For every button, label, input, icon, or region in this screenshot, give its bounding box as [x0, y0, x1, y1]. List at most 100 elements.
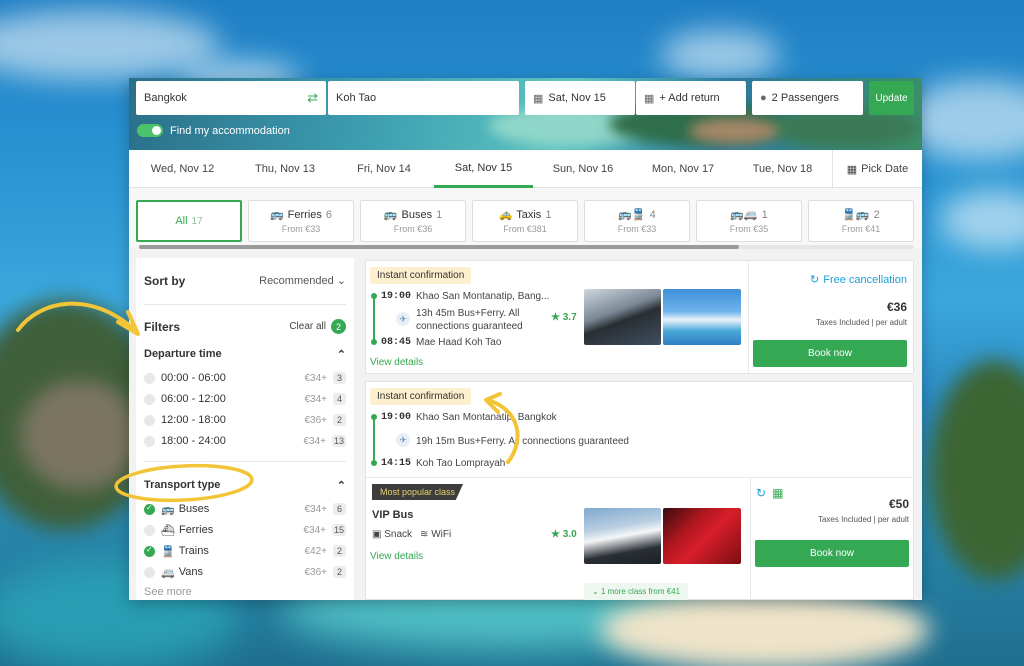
- filter-departure-option[interactable]: 00:00 - 06:00 €34+ 3: [144, 370, 346, 386]
- date-bar: Wed, Nov 12 Thu, Nov 13 Fri, Nov 14 Sat,…: [129, 150, 922, 188]
- qr-code-icon[interactable]: ▦: [772, 486, 783, 500]
- clear-all-button[interactable]: Clear all 2: [289, 319, 346, 334]
- checkbox[interactable]: [144, 393, 155, 405]
- star-icon: ★: [551, 312, 560, 323]
- passengers-value: 2 Passengers: [771, 92, 839, 104]
- date-tab[interactable]: Mon, Nov 17: [633, 150, 733, 188]
- filter-departure-option[interactable]: 12:00 - 18:00 €36+ 2: [144, 412, 346, 428]
- route-dot: [371, 339, 377, 345]
- checkbox-checked[interactable]: [144, 545, 155, 557]
- book-now-button[interactable]: Book now: [755, 540, 909, 567]
- filter-price: €42+: [304, 545, 327, 557]
- filter-transport-option[interactable]: 🚆Trains €42+ 2: [144, 543, 346, 559]
- refresh-icon[interactable]: ↻: [756, 486, 766, 500]
- free-cancellation-label: Free cancellation: [823, 273, 907, 286]
- bus-photo[interactable]: [584, 289, 661, 345]
- filter-label: Buses: [178, 503, 210, 515]
- return-field[interactable]: ▦ + Add return: [636, 81, 746, 115]
- accommodation-toggle-row: Find my accommodation: [137, 124, 290, 137]
- tab-buses[interactable]: 🚌 Buses 1 From €36: [360, 200, 466, 242]
- star-icon: ★: [551, 529, 560, 540]
- rating: ★ 3.7: [551, 312, 577, 323]
- date-tab[interactable]: Fri, Nov 14: [334, 150, 434, 188]
- tabs-scrollbar[interactable]: [139, 245, 914, 249]
- view-details-link[interactable]: View details: [370, 551, 423, 562]
- filter-departure-option[interactable]: 18:00 - 24:00 €34+ 13: [144, 433, 346, 449]
- checkbox[interactable]: [144, 566, 155, 578]
- tab-all-label: All: [175, 215, 188, 227]
- to-value: Koh Tao: [336, 92, 377, 104]
- tab-all[interactable]: All 17: [136, 200, 242, 242]
- taxi-icon: 🚕: [498, 209, 513, 221]
- swap-icon[interactable]: ⇄: [307, 90, 318, 106]
- tab-bus-van[interactable]: 🚌🚐 1 From €35: [696, 200, 802, 242]
- arrival-time: 08:45: [381, 337, 412, 348]
- free-cancellation[interactable]: ↻ Free cancellation: [810, 273, 907, 287]
- checkbox[interactable]: [144, 524, 155, 536]
- ferry-icon: ⛴: [161, 524, 175, 537]
- bus-icon: 🚌: [161, 503, 175, 516]
- arrival-place: Mae Haad Koh Tao: [416, 337, 502, 348]
- checkbox-checked[interactable]: [144, 503, 155, 515]
- checkbox[interactable]: [144, 372, 155, 384]
- tab-ferries-label: Ferries: [287, 208, 322, 221]
- filter-count: 2: [333, 566, 346, 578]
- pick-date-button[interactable]: ▦ Pick Date: [832, 150, 922, 188]
- transport-type-header[interactable]: Transport type ⌃: [144, 479, 346, 492]
- tab-bus-train[interactable]: 🚌🚆 4 From €33: [584, 200, 690, 242]
- date-tab-selected[interactable]: Sat, Nov 15: [434, 150, 533, 188]
- more-class-button[interactable]: ⌄ 1 more class from €41: [584, 583, 689, 600]
- duration-text: 19h 15m Bus+Ferry. All connections guara…: [416, 436, 629, 447]
- filter-price: €34+: [304, 503, 327, 515]
- tab-taxis[interactable]: 🚕 Taxis 1 From €381: [472, 200, 578, 242]
- passengers-field[interactable]: ● 2 Passengers: [752, 81, 863, 115]
- tab-ferries[interactable]: 🚌 Ferries 6 From €33: [248, 200, 354, 242]
- filter-price: €34+: [304, 372, 327, 384]
- date-tab[interactable]: Sun, Nov 16: [533, 150, 633, 188]
- tab-bus-train-2[interactable]: 🚆🚌 2 From €41: [808, 200, 914, 242]
- date-value: Sat, Nov 15: [548, 92, 606, 104]
- scrollbar-thumb[interactable]: [139, 245, 739, 249]
- accommodation-toggle[interactable]: [137, 124, 163, 137]
- update-button[interactable]: Update: [869, 81, 914, 115]
- transfer-icon: ✈: [396, 312, 410, 326]
- departure-time-header[interactable]: Departure time ⌃: [144, 348, 346, 361]
- from-field[interactable]: Bangkok ⇄: [136, 81, 326, 115]
- filter-transport-option[interactable]: 🚌Buses €34+ 6: [144, 501, 346, 517]
- route-dot: [371, 293, 377, 299]
- amenities: ▣ Snack ≋ WiFi: [372, 529, 451, 540]
- see-more-link[interactable]: See more: [144, 586, 192, 598]
- ferry-photo[interactable]: [663, 289, 741, 345]
- route-line: [373, 297, 375, 343]
- accommodation-label: Find my accommodation: [170, 124, 290, 137]
- bus-photo[interactable]: [584, 508, 661, 564]
- departure-title: Departure time: [144, 348, 222, 360]
- checkbox[interactable]: [144, 414, 155, 426]
- date-tab[interactable]: Wed, Nov 12: [129, 150, 236, 188]
- sort-select[interactable]: Recommended ⌄: [259, 274, 346, 288]
- filter-transport-option[interactable]: 🚐 Vans €36+ 2: [144, 564, 346, 580]
- bus-interior-photo[interactable]: [663, 508, 741, 564]
- date-field[interactable]: ▦ Sat, Nov 15: [525, 81, 635, 115]
- to-field[interactable]: Koh Tao: [328, 81, 519, 115]
- chevron-up-icon: ⌃: [336, 349, 346, 361]
- sort-row[interactable]: Sort by Recommended ⌄: [144, 274, 346, 288]
- class-section: Most popular class VIP Bus ▣ Snack ≋ WiF…: [366, 478, 915, 600]
- bus-icon: 🚌: [383, 209, 398, 221]
- filter-transport-option[interactable]: ⛴ Ferries €34+ 15: [144, 522, 346, 538]
- date-tab[interactable]: Tue, Nov 18: [733, 150, 832, 188]
- date-tab[interactable]: Thu, Nov 13: [236, 150, 334, 188]
- result-card: Instant confirmation 19:00 Khao San Mont…: [365, 381, 915, 600]
- route-line: [373, 418, 375, 464]
- departure-time: 19:00: [381, 291, 412, 302]
- view-details-link[interactable]: View details: [370, 357, 423, 368]
- price: €50: [888, 497, 909, 511]
- taxes-note: Taxes Included | per adult: [815, 318, 907, 327]
- tab-taxis-label: Taxis: [516, 208, 542, 221]
- duration-line-2: connections guaranteed: [416, 321, 523, 332]
- checkbox[interactable]: [144, 435, 155, 447]
- filter-departure-option[interactable]: 06:00 - 12:00 €34+ 4: [144, 391, 346, 407]
- price-panel: ↻ ▦ €50 Taxes Included | per adult Book …: [750, 478, 915, 600]
- rating-value: 3.7: [562, 312, 577, 323]
- book-now-button[interactable]: Book now: [753, 340, 907, 367]
